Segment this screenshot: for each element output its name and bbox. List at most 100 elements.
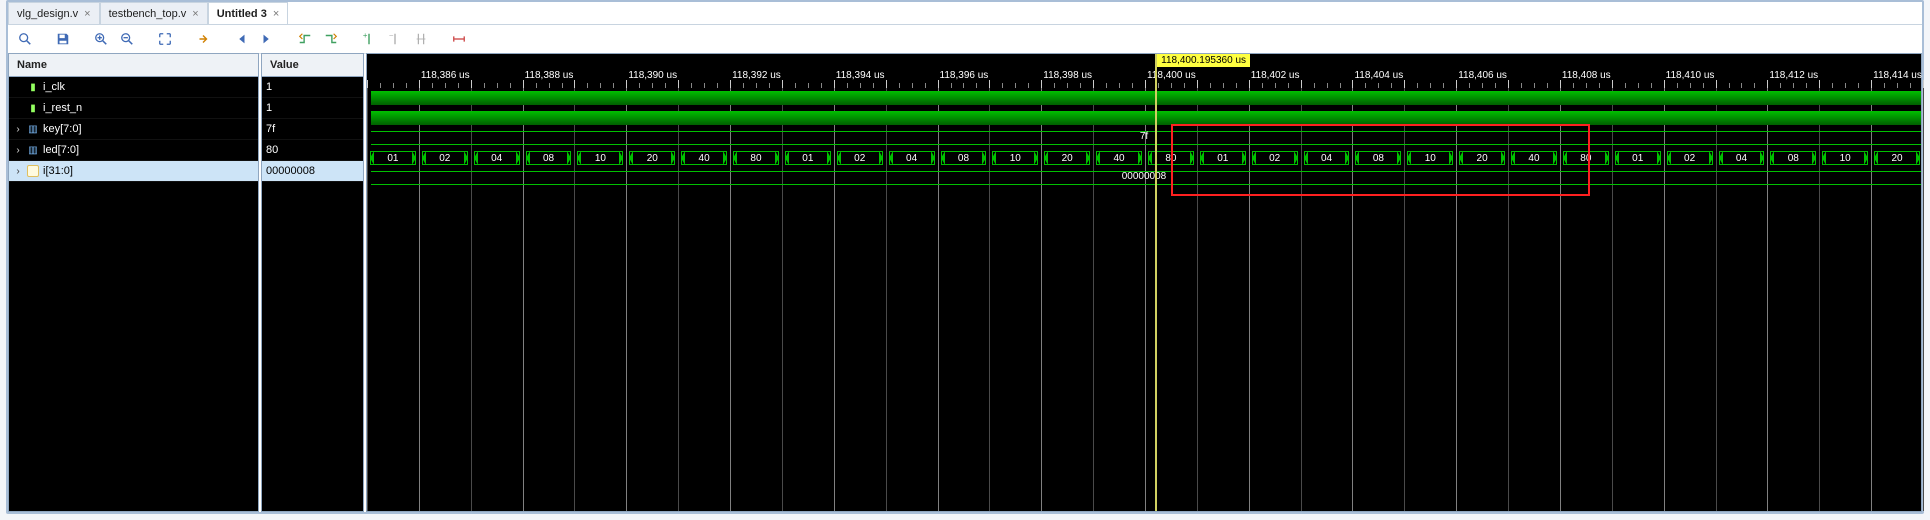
bus-segment: 10	[1822, 151, 1868, 165]
signal-label: i_rest_n	[43, 102, 82, 114]
bus-segment: 10	[992, 151, 1038, 165]
bus-segment: 08	[1770, 151, 1816, 165]
chevron-right-icon[interactable]: ›	[13, 124, 23, 135]
bus-segment: 02	[837, 151, 883, 165]
value-row[interactable]: 00000008	[262, 161, 363, 182]
zoom-out-icon[interactable]	[116, 28, 138, 50]
bus-segment: 20	[1874, 151, 1920, 165]
chevron-right-icon[interactable]: ›	[13, 145, 23, 156]
bus-segment: 01	[785, 151, 831, 165]
signal-row-key[interactable]: › ▥ key[7:0]	[9, 119, 258, 140]
value-column: Value 1 1 7f 80 00000008	[261, 53, 364, 512]
waveform-lane[interactable]: 0102040810204080010204081020408001020408…	[367, 148, 1921, 168]
waveform-body[interactable]: 7f01020408102040800102040810204080010204…	[367, 88, 1921, 511]
add-marker-icon[interactable]: +	[358, 28, 380, 50]
waveform-lane[interactable]	[367, 108, 1921, 128]
cursor-line[interactable]	[1155, 88, 1157, 511]
waveform-panel[interactable]: 118,400.195360 us 118,386 us 118,388 us 11…	[366, 53, 1922, 512]
close-icon[interactable]: ×	[273, 8, 279, 20]
tab-vlg-design[interactable]: vlg_design.v ×	[8, 2, 100, 24]
bus-segment: 80	[1563, 151, 1609, 165]
tab-bar: vlg_design.v × testbench_top.v × Untitle…	[8, 2, 1922, 25]
signal-value-list: 1 1 7f 80 00000008	[262, 77, 363, 511]
svg-text:−: −	[389, 32, 394, 40]
bus-segment: 10	[1407, 151, 1453, 165]
bus-segment: 10	[577, 151, 623, 165]
tab-untitled-3[interactable]: Untitled 3 ×	[208, 2, 289, 24]
bus-segment: 04	[1304, 151, 1350, 165]
bus-segment: 01	[370, 151, 416, 165]
cursor-line-ruler	[1155, 54, 1157, 88]
waveform-lane[interactable]	[367, 188, 1921, 208]
close-icon[interactable]: ×	[84, 8, 90, 20]
signal-label: i[31:0]	[43, 165, 73, 177]
go-to-cursor-icon[interactable]	[192, 28, 214, 50]
zoom-in-icon[interactable]	[90, 28, 112, 50]
next-edge-icon[interactable]	[320, 28, 342, 50]
bus-segment: 08	[941, 151, 987, 165]
value-row[interactable]: 1	[262, 77, 363, 98]
bus-signal-icon: ▥	[27, 144, 39, 156]
bus-segment: 04	[889, 151, 935, 165]
prev-edge-icon[interactable]	[294, 28, 316, 50]
svg-text:+: +	[363, 32, 368, 40]
signal-row-i-clk[interactable]: ▮ i_clk	[9, 77, 258, 98]
ruler-tick-label: 118,392 us	[732, 70, 781, 81]
ruler-tick-label: 118,404 us	[1354, 70, 1403, 81]
bus-segment: 40	[1096, 151, 1142, 165]
signal-value: 00000008	[266, 165, 315, 177]
signal-row-i[interactable]: › i[31:0]	[9, 161, 258, 182]
value-header[interactable]: Value	[262, 54, 363, 77]
value-row[interactable]: 7f	[262, 119, 363, 140]
bus-segment: 40	[681, 151, 727, 165]
name-header[interactable]: Name	[9, 54, 258, 77]
close-icon[interactable]: ×	[192, 8, 198, 20]
tab-testbench-top[interactable]: testbench_top.v ×	[100, 2, 208, 24]
signal-value: 7f	[266, 123, 275, 135]
ruler-tick-label: 118,386 us	[421, 70, 470, 81]
go-last-icon[interactable]	[256, 28, 278, 50]
ruler-tick-label: 118,388 us	[525, 70, 574, 81]
signal-label: i_clk	[43, 81, 65, 93]
bus-segment: 20	[1044, 151, 1090, 165]
bus-segment: 02	[422, 151, 468, 165]
value-row[interactable]: 1	[262, 98, 363, 119]
bus-signal-icon	[27, 165, 39, 177]
signal-row-led[interactable]: › ▥ led[7:0]	[9, 140, 258, 161]
go-first-icon[interactable]	[230, 28, 252, 50]
signal-label: key[7:0]	[43, 123, 82, 135]
waveform-lane[interactable]	[367, 88, 1921, 108]
ruler-tick-label: 118,398 us	[1043, 70, 1092, 81]
value-row[interactable]: 80	[262, 140, 363, 161]
ruler-tick-label: 118,412 us	[1769, 70, 1818, 81]
ruler-icon[interactable]	[448, 28, 470, 50]
ruler-tick-label: 118,406 us	[1458, 70, 1507, 81]
signal-label: led[7:0]	[43, 144, 79, 156]
time-ruler[interactable]: 118,400.195360 us 118,386 us 118,388 us 11…	[367, 54, 1921, 88]
waveform-lane[interactable]: 7f	[367, 128, 1921, 148]
ruler-tick-label: 118,414 us	[1873, 70, 1922, 81]
scalar-signal-icon: ▮	[27, 81, 39, 93]
zoom-fit-icon[interactable]	[154, 28, 176, 50]
signal-value: 1	[266, 102, 272, 114]
scalar-signal-icon: ▮	[27, 102, 39, 114]
bus-segment: 02	[1667, 151, 1713, 165]
swap-marker-icon[interactable]	[410, 28, 432, 50]
name-column: Name ▮ i_clk ▮ i_rest_n	[8, 53, 259, 512]
waveform-lane[interactable]: 00000008	[367, 168, 1921, 188]
bus-segment: 04	[474, 151, 520, 165]
bus-value-label: 7f	[367, 131, 1921, 142]
bus-segment: 01	[1200, 151, 1246, 165]
bus-segment: 02	[1252, 151, 1298, 165]
chevron-right-icon[interactable]: ›	[13, 166, 23, 177]
save-icon[interactable]	[52, 28, 74, 50]
main-split: Name ▮ i_clk ▮ i_rest_n	[8, 53, 1922, 512]
bus-segment: 08	[1355, 151, 1401, 165]
remove-marker-icon[interactable]: −	[384, 28, 406, 50]
ruler-tick-label: 118,394 us	[836, 70, 885, 81]
toolbar: + −	[8, 25, 1922, 54]
signal-row-i-rest-n[interactable]: ▮ i_rest_n	[9, 98, 258, 119]
search-icon[interactable]	[14, 28, 36, 50]
bus-segment: 20	[629, 151, 675, 165]
cursor-marker-label[interactable]: 118,400.195360 us	[1157, 54, 1250, 67]
